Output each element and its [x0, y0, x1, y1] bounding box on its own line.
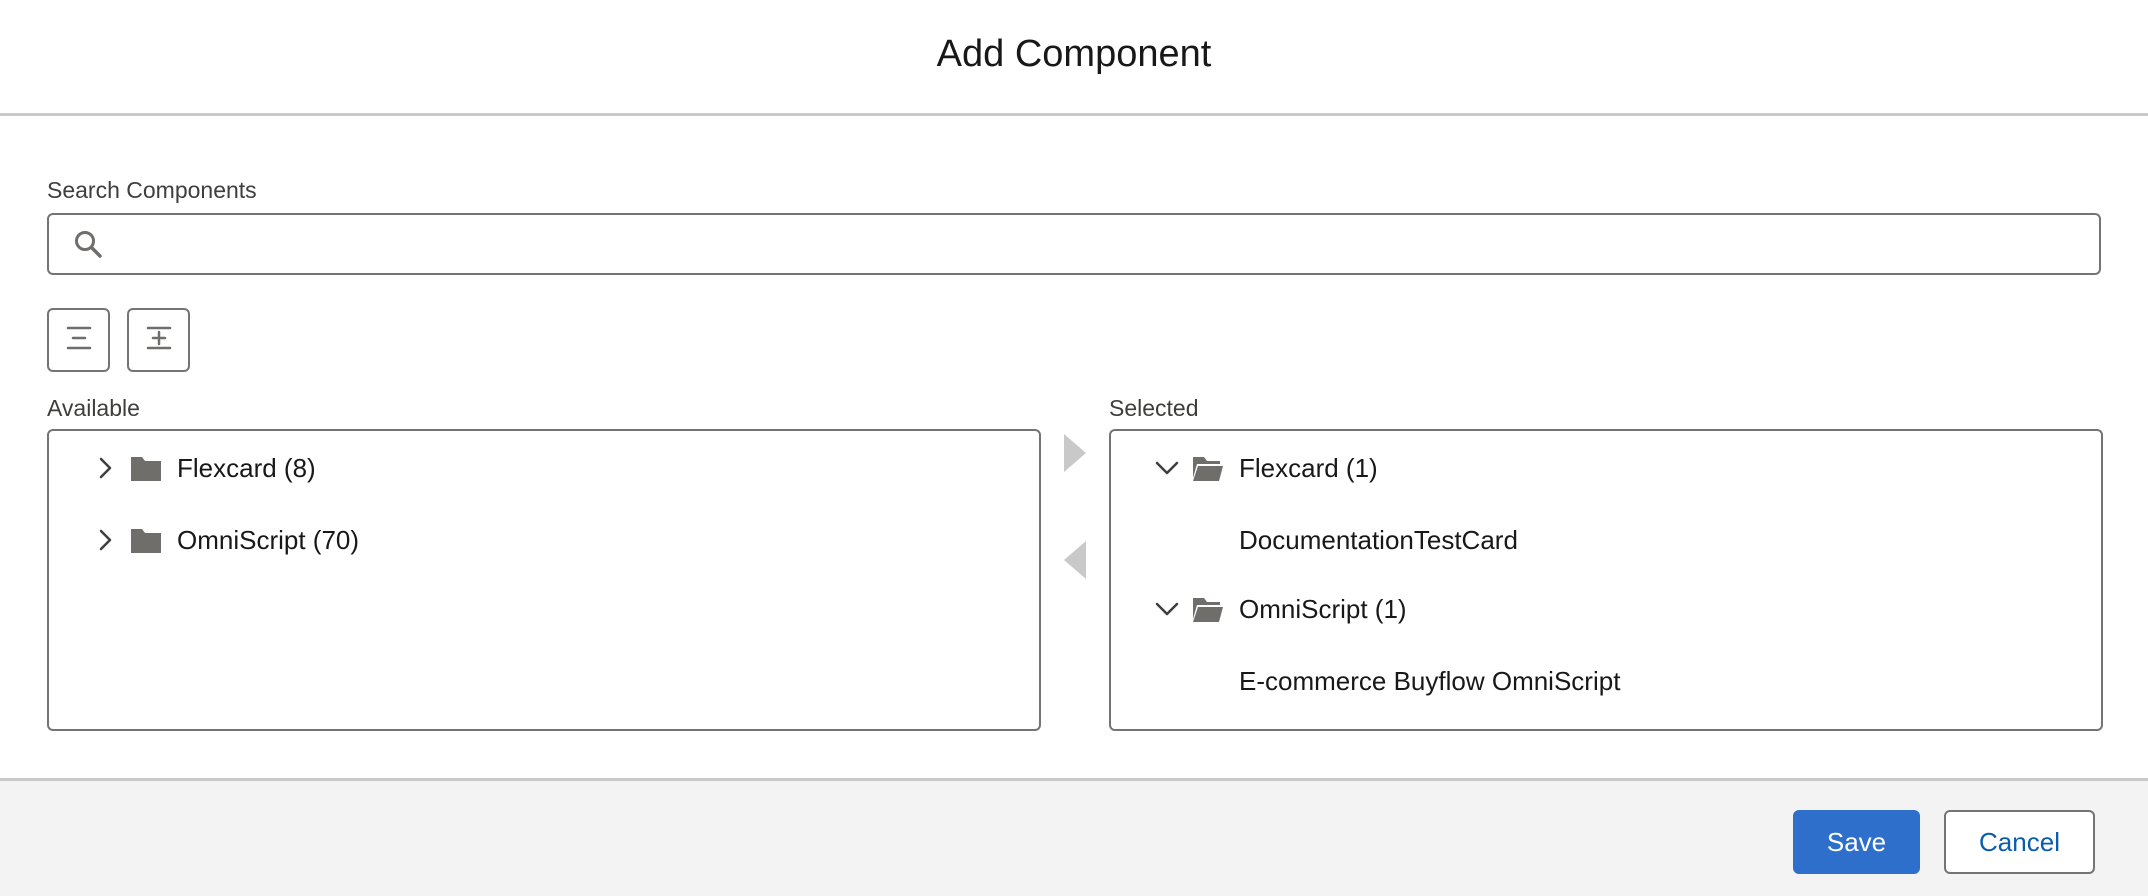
selected-label: Selected [1109, 395, 1199, 421]
add-component-modal: Add Component Search Components Availabl… [0, 0, 2148, 896]
search-icon [71, 227, 105, 261]
move-right-icon [1063, 433, 1087, 478]
tree-item-flexcard[interactable]: Flexcard (1) [1153, 448, 1378, 488]
move-left-icon [1063, 540, 1087, 585]
chevron-right-icon[interactable] [91, 526, 119, 554]
chevron-down-icon[interactable] [1153, 595, 1181, 623]
tree-item-label: Flexcard (1) [1239, 452, 1378, 483]
save-button[interactable]: Save [1793, 810, 1920, 874]
tree-item-label: OmniScript (70) [177, 524, 360, 555]
modal-title: Add Component [936, 33, 1212, 75]
move-to-available-button[interactable] [1060, 540, 1090, 584]
tree-item-omniscript[interactable]: OmniScript (1) [1153, 589, 1407, 629]
folder-open-icon [1191, 451, 1225, 485]
selected-listbox[interactable]: Flexcard (1) DocumentationTestCard OmniS… [1109, 429, 2103, 731]
tree-item-flexcard[interactable]: Flexcard (8) [91, 448, 316, 488]
tree-leaf-item[interactable]: DocumentationTestCard [1239, 520, 1518, 560]
tree-leaf-item[interactable]: E-commerce Buyflow OmniScript [1239, 661, 1620, 701]
tree-item-label: Flexcard (8) [177, 452, 316, 483]
tree-item-label: E-commerce Buyflow OmniScript [1239, 665, 1621, 696]
modal-header: Add Component [0, 0, 2148, 116]
cancel-button[interactable]: Cancel [1944, 810, 2095, 874]
collapse-all-button[interactable] [47, 308, 110, 372]
collapse-all-icon [65, 324, 93, 357]
search-input[interactable] [105, 214, 2099, 274]
modal-footer: Save Cancel [0, 778, 2148, 896]
available-label: Available [47, 395, 140, 421]
folder-icon [129, 451, 163, 485]
expand-all-button[interactable] [127, 308, 190, 372]
tree-item-omniscript[interactable]: OmniScript (70) [91, 520, 359, 560]
search-field[interactable] [47, 213, 2101, 275]
folder-icon [129, 523, 163, 557]
move-to-selected-button[interactable] [1060, 433, 1090, 477]
expand-all-icon [145, 324, 173, 357]
search-label: Search Components [47, 177, 257, 203]
folder-open-icon [1191, 592, 1225, 626]
chevron-right-icon[interactable] [91, 454, 119, 482]
tree-item-label: OmniScript (1) [1239, 593, 1407, 624]
available-listbox[interactable]: Flexcard (8) OmniScript (70) [47, 429, 1041, 731]
tree-item-label: DocumentationTestCard [1239, 524, 1518, 555]
chevron-down-icon[interactable] [1153, 454, 1181, 482]
